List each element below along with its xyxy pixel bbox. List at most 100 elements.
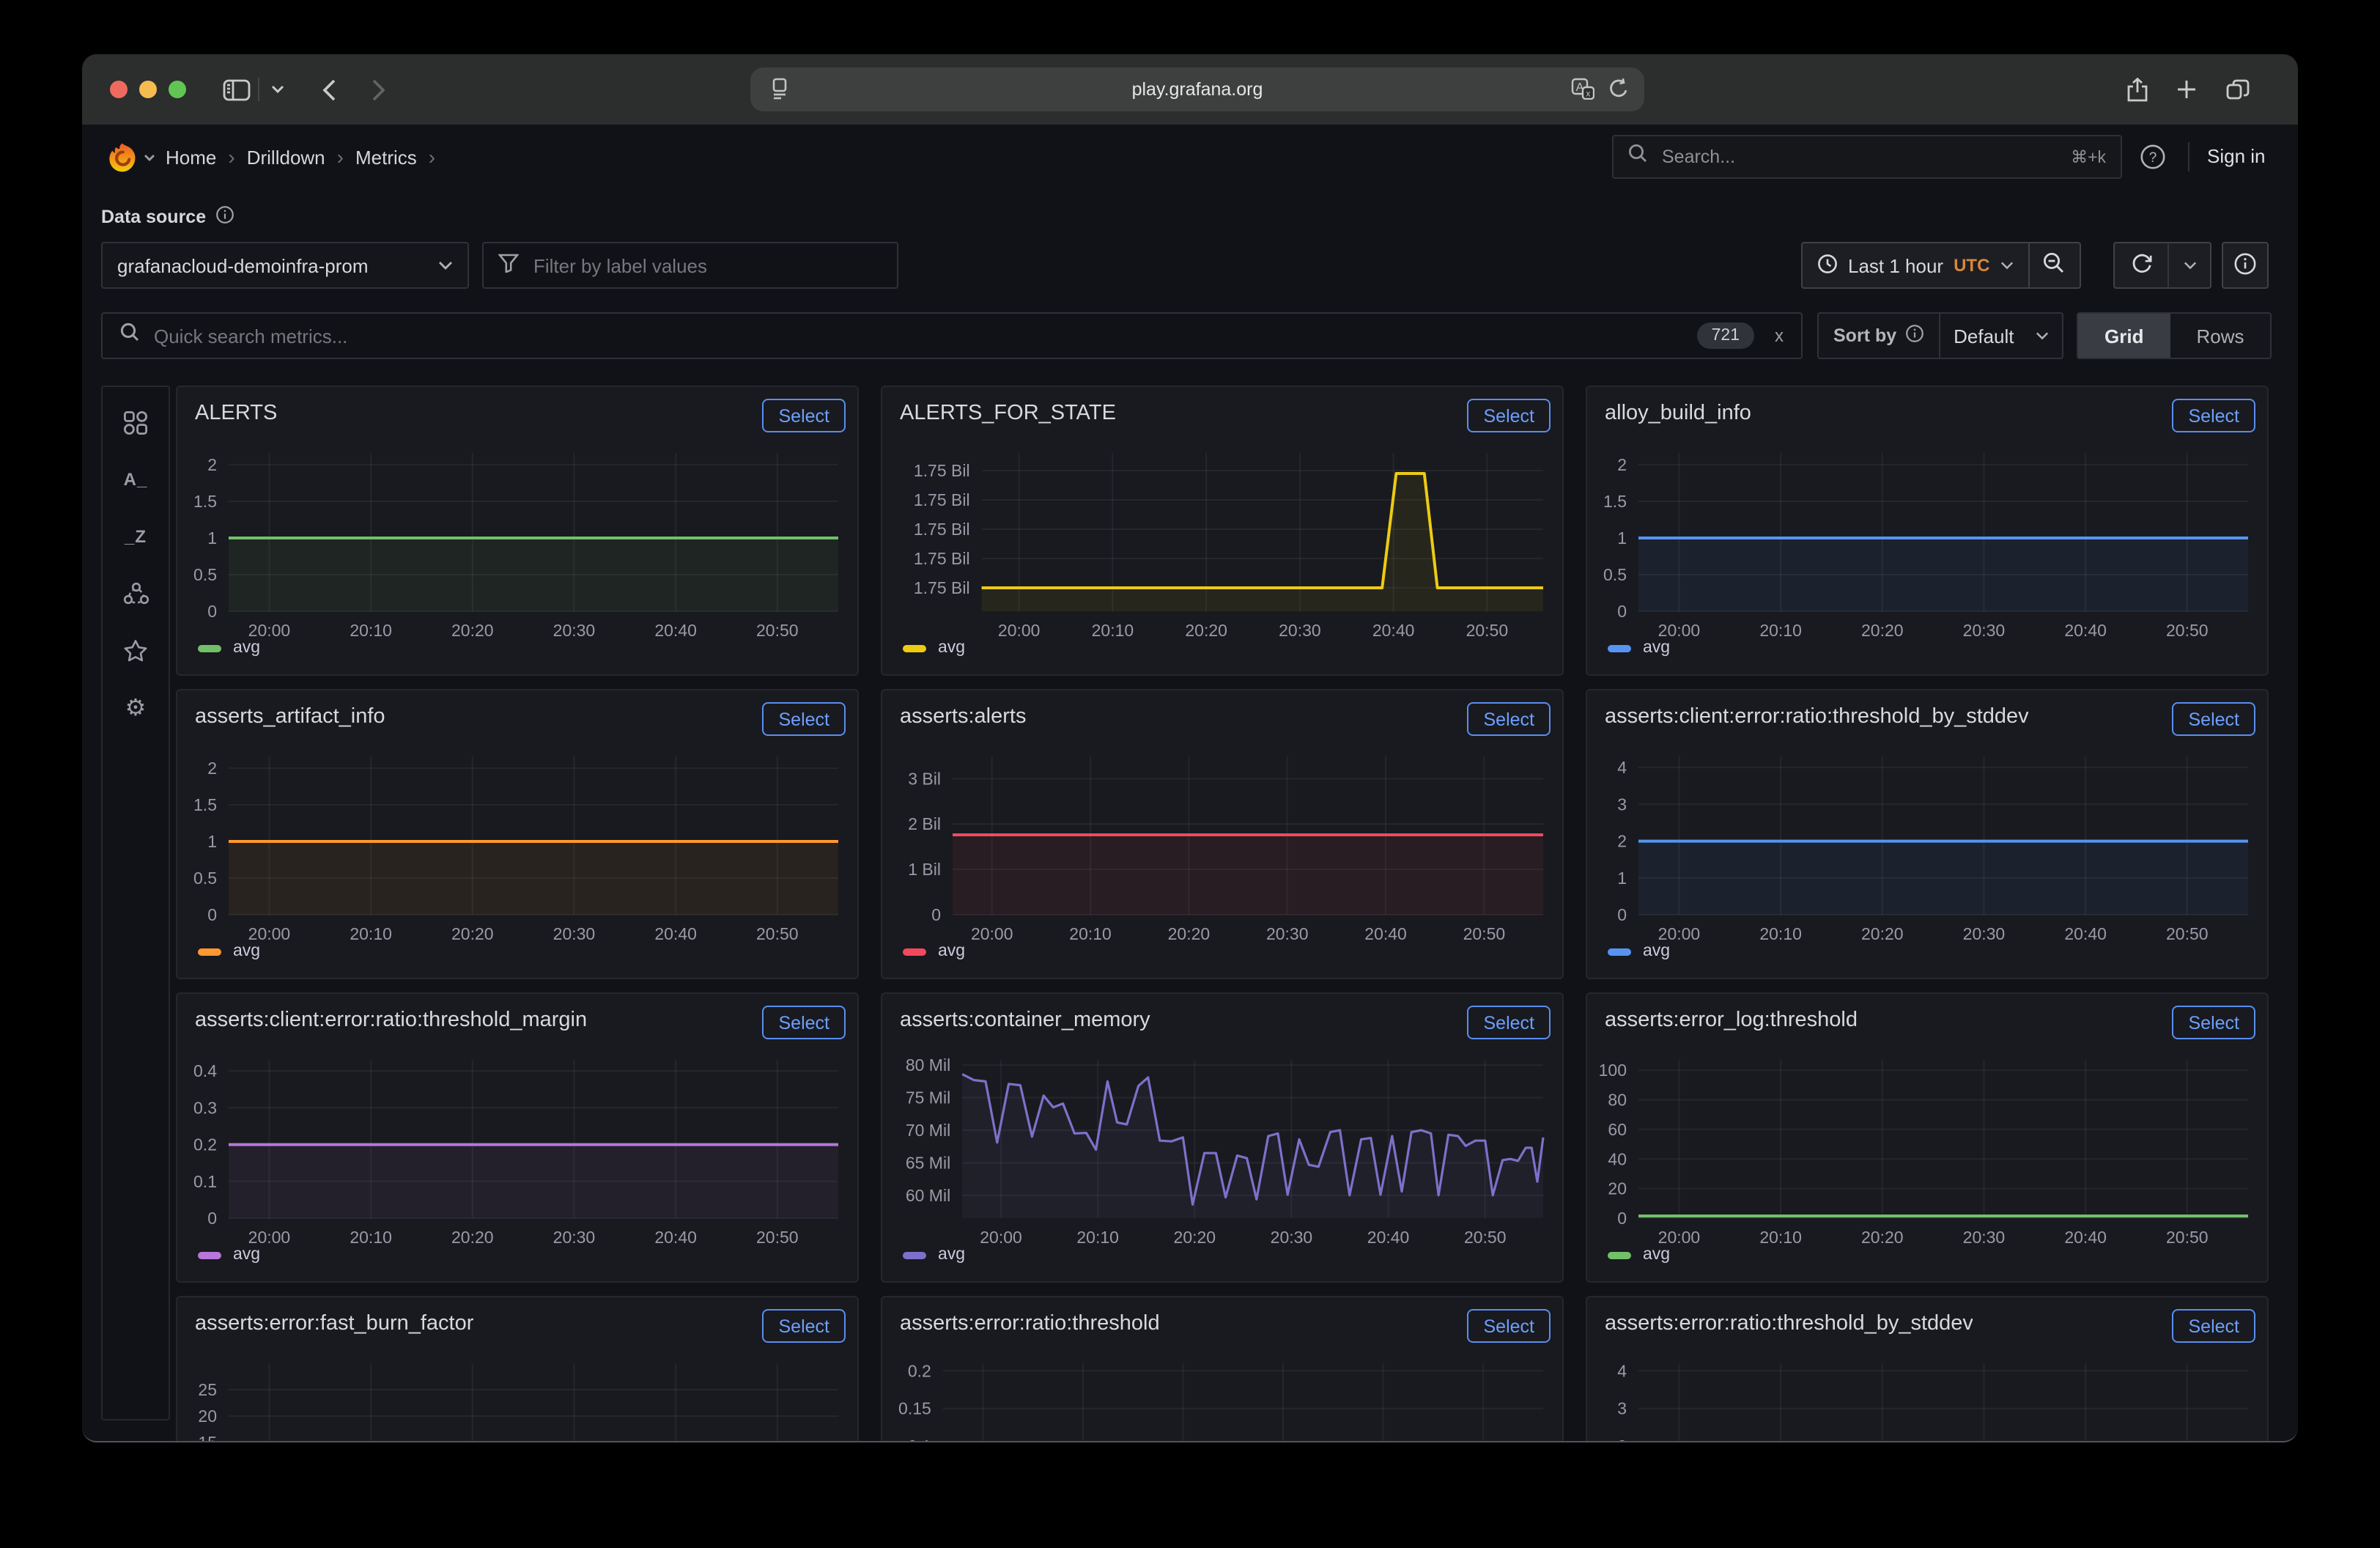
grafana-logo[interactable] (106, 125, 138, 189)
legend-label[interactable]: avg (938, 639, 965, 657)
axis-tick-label: 20:50 (2166, 621, 2209, 640)
close-window-button[interactable] (110, 81, 128, 98)
breadcrumb-metrics[interactable]: Metrics (355, 146, 417, 168)
translate-icon[interactable]: A x (1571, 78, 1594, 104)
legend-label[interactable]: avg (233, 639, 260, 657)
info-icon[interactable] (1905, 324, 1924, 347)
legend-label[interactable]: avg (1643, 639, 1670, 657)
legend-label[interactable]: avg (233, 943, 260, 960)
legend-label[interactable]: avg (1643, 1246, 1670, 1264)
select-button[interactable]: Select (763, 702, 846, 736)
select-button[interactable]: Select (2173, 1006, 2256, 1039)
datasource-picker[interactable]: grafanacloud-demoinfra-prom (101, 242, 469, 289)
global-search[interactable]: ⌘+k (1612, 135, 2122, 179)
label-filter-input[interactable] (531, 253, 882, 278)
select-button[interactable]: Select (1468, 702, 1551, 736)
star-icon[interactable] (103, 629, 169, 673)
panel-chart[interactable]: 21.510.5020:0020:1020:2020:3020:4020:50 (1589, 450, 2269, 649)
axis-tick-label: 20:20 (451, 1228, 494, 1247)
breadcrumb-drilldown[interactable]: Drilldown (247, 146, 325, 168)
panel-chart[interactable]: 0.40.30.20.1020:0020:1020:2020:3020:4020… (179, 1057, 859, 1256)
select-button[interactable]: Select (1468, 1006, 1551, 1039)
search-input[interactable] (1659, 145, 2071, 169)
view-rows-segment[interactable]: Rows (2170, 314, 2270, 358)
axis-tick-label: 20:10 (1076, 1228, 1119, 1247)
panel-chart[interactable]: 432120:0020:1020:2020:3020:4020:50 (1589, 1360, 2269, 1441)
sign-in-link[interactable]: Sign in (2207, 145, 2266, 167)
sidebar-toggle-icon[interactable] (217, 54, 255, 125)
sort-az-icon[interactable]: A_ (103, 457, 169, 501)
axis-tick-label: 20 (1608, 1179, 1627, 1198)
back-icon[interactable] (314, 54, 343, 125)
sort-za-icon[interactable]: _Z (103, 515, 169, 559)
panel-legend: avg (903, 639, 965, 657)
panel-chart[interactable]: 80 Mil75 Mil70 Mil65 Mil60 Mil20:0020:10… (884, 1057, 1564, 1256)
select-button[interactable]: Select (2173, 1309, 2256, 1343)
metric-panel: asserts:error:fast_burn_factorSelect2520… (176, 1296, 859, 1441)
address-bar[interactable]: play.grafana.org A x (750, 67, 1644, 111)
zoom-out-button[interactable] (2028, 242, 2080, 289)
select-button[interactable]: Select (2173, 702, 2256, 736)
apps-grid-icon[interactable] (103, 400, 169, 444)
select-button[interactable]: Select (1468, 399, 1551, 432)
reader-icon[interactable] (769, 78, 790, 104)
axis-tick-label: 20:40 (654, 924, 697, 943)
timezone-label: UTC (1954, 255, 1989, 276)
tabs-icon[interactable] (2222, 54, 2254, 125)
select-button[interactable]: Select (1468, 1309, 1551, 1343)
chevron-down-icon[interactable] (141, 125, 158, 189)
select-button[interactable]: Select (763, 399, 846, 432)
panel-chart[interactable]: 0.20.150.10.0520:0020:1020:2020:3020:402… (884, 1360, 1564, 1441)
select-button[interactable]: Select (763, 1309, 846, 1343)
reload-icon[interactable] (1608, 78, 1630, 104)
panel-chart[interactable]: 1.75 Bil1.75 Bil1.75 Bil1.75 Bil1.75 Bil… (884, 450, 1564, 649)
panel-chart[interactable]: 25201510520:0020:1020:2020:3020:4020:50 (179, 1360, 859, 1441)
help-icon[interactable]: ? (2140, 144, 2166, 177)
quick-search-input[interactable] (151, 323, 1685, 348)
sort-value-dropdown[interactable]: Default (1940, 325, 2062, 347)
refresh-interval-dropdown[interactable] (2168, 242, 2211, 289)
time-range-picker[interactable]: Last 1 hour UTC (1801, 242, 2028, 289)
axis-tick-label: 20:40 (654, 1228, 697, 1247)
label-filter-field[interactable] (482, 242, 898, 289)
panel-legend: avg (198, 639, 260, 657)
panel-chart[interactable]: 21.510.5020:0020:1020:2020:3020:4020:50 (179, 753, 859, 953)
gear-icon[interactable]: ⚙ (103, 686, 169, 730)
axis-tick-label: 20:00 (1658, 621, 1701, 640)
minimize-window-button[interactable] (139, 81, 157, 98)
info-icon[interactable] (215, 205, 234, 229)
series-area (1638, 538, 2248, 611)
legend-label[interactable]: avg (938, 943, 965, 960)
legend-label[interactable]: avg (233, 1246, 260, 1264)
panel-chart[interactable]: 10080604020020:0020:1020:2020:3020:4020:… (1589, 1057, 2269, 1256)
axis-tick-label: 20:20 (451, 924, 494, 943)
group-icon[interactable] (103, 572, 169, 616)
select-button[interactable]: Select (763, 1006, 846, 1039)
axis-tick-label: 20:50 (2166, 924, 2209, 943)
chevron-down-icon[interactable] (265, 54, 289, 125)
view-grid-segment[interactable]: Grid (2078, 314, 2170, 358)
forward-icon[interactable] (363, 54, 393, 125)
select-button[interactable]: Select (2173, 399, 2256, 432)
panel-chart[interactable]: 3 Bil2 Bil1 Bil020:0020:1020:2020:3020:4… (884, 753, 1564, 953)
metric-panel: asserts_artifact_infoSelect21.510.5020:0… (176, 689, 859, 979)
refresh-button[interactable] (2113, 242, 2169, 289)
panel-chart[interactable]: 4321020:0020:1020:2020:3020:4020:50 (1589, 753, 2269, 953)
breadcrumb-home[interactable]: Home (166, 146, 216, 168)
series-area (229, 841, 838, 915)
panel-title: asserts:alerts (900, 702, 1026, 731)
legend-color (1608, 1251, 1631, 1258)
zoom-window-button[interactable] (169, 81, 186, 98)
share-icon[interactable] (2122, 54, 2151, 125)
quick-search-field[interactable]: 721 x (101, 312, 1803, 359)
series-area (982, 473, 1543, 611)
time-range-label: Last 1 hour (1848, 254, 1943, 276)
panel-title: asserts:client:error:ratio:threshold_by_… (1605, 702, 2029, 731)
legend-label[interactable]: avg (938, 1246, 965, 1264)
axis-tick-label: 20:00 (1658, 1228, 1701, 1247)
clear-search-icon[interactable]: x (1775, 325, 1784, 346)
legend-label[interactable]: avg (1643, 943, 1670, 960)
info-button[interactable] (2222, 242, 2269, 289)
panel-chart[interactable]: 21.510.5020:0020:1020:2020:3020:4020:50 (179, 450, 859, 649)
new-tab-icon[interactable] (2172, 54, 2201, 125)
